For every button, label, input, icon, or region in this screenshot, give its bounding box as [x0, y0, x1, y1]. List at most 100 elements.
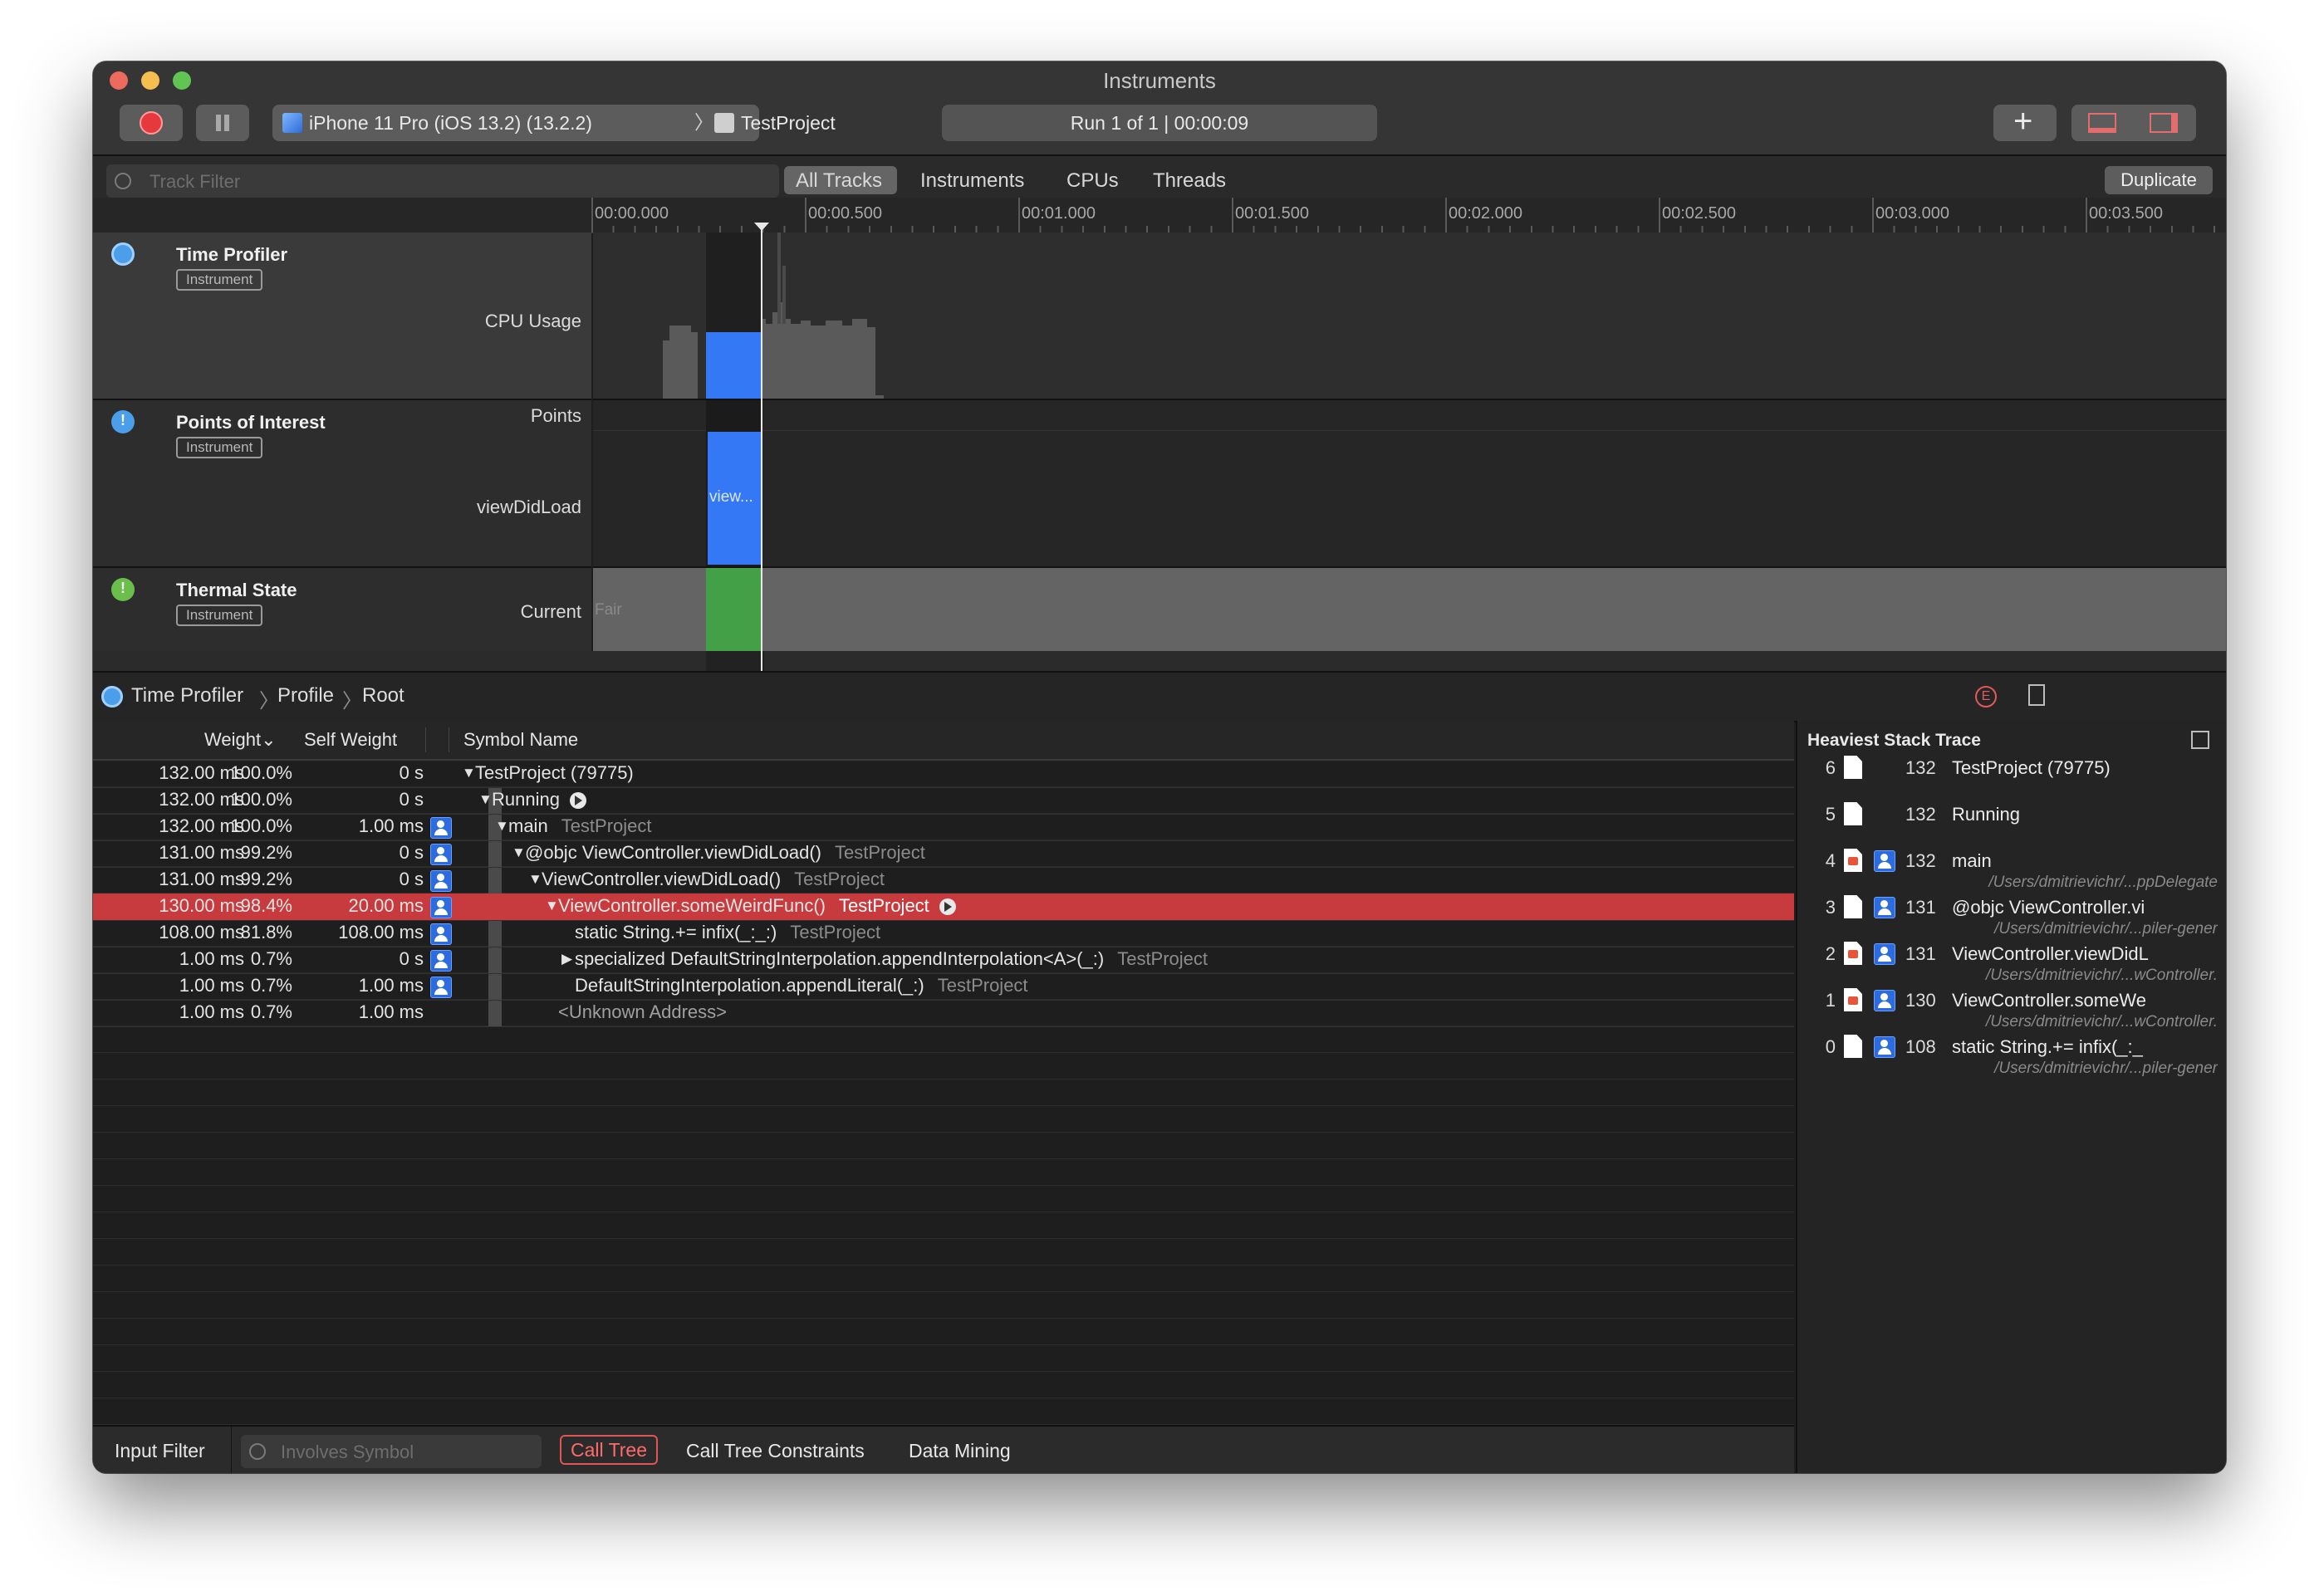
tab-threads[interactable]: Threads — [1153, 169, 1226, 193]
user-code-icon — [1874, 850, 1895, 872]
file-icon — [1844, 895, 1862, 918]
track-subtitle-points: Points — [530, 405, 581, 426]
frame-symbol: main — [1952, 850, 1992, 871]
stack-frame[interactable]: 2 131 ViewController.viewDidL/Users/dmitri… — [1797, 940, 2226, 986]
go-arrow-icon[interactable] — [569, 792, 586, 810]
viewdidload-interval[interactable]: view... — [708, 432, 761, 565]
disclosure-expanded-icon[interactable]: ▼ — [495, 818, 509, 835]
table-row[interactable]: 1.00 ms 0.7% 1.00 ms <Unknown Address> — [93, 1000, 1794, 1027]
weight-ms-cell: 1.00 ms — [179, 948, 244, 969]
table-row[interactable]: 1.00 ms 0.7% 0 s ▶ specialized DefaultString… — [93, 947, 1794, 974]
track-header-points-of-interest[interactable]: ! Points of Interest Instrument Points v… — [93, 400, 591, 568]
call-tree-button[interactable]: Call Tree — [560, 1435, 658, 1465]
stack-frame[interactable]: 6 132 TestProject (79775) — [1797, 754, 2226, 800]
symbol-name: ViewController.viewDidLoad() — [542, 869, 782, 889]
file-icon — [1844, 802, 1862, 825]
frame-index: 1 — [1825, 990, 1836, 1011]
breadcrumb: Time Profiler 〉 Profile 〉 Root E — [93, 671, 2226, 722]
toggle-inspector-icon[interactable] — [2150, 113, 2178, 133]
disclosure-expanded-icon[interactable]: ▼ — [545, 898, 559, 914]
self-weight-cell: 0 s — [399, 842, 424, 863]
stack-frame[interactable]: 3 131 @objc ViewController.vi/Users/dmitri… — [1797, 893, 2226, 940]
tab-all-tracks[interactable]: All Tracks — [796, 169, 882, 193]
table-row[interactable]: 1.00 ms 0.7% 1.00 ms DefaultStringInterpola… — [93, 973, 1794, 1001]
disclosure-collapsed-icon[interactable]: ▶ — [561, 951, 572, 967]
table-row[interactable]: 132.00 ms 100.0% 0 s ▼ TestProject (79775) — [93, 761, 1794, 788]
stack-frame[interactable]: 5 132 Running — [1797, 800, 2226, 847]
frame-weight: 132 — [1905, 804, 1936, 825]
weight-ms-cell: 108.00 ms — [159, 922, 244, 942]
weight-percent-cell: 0.7% — [250, 975, 292, 996]
stack-frame[interactable]: 4 132 main/Users/dmitrievichr/...ppDelegat… — [1797, 847, 2226, 893]
weight-percent-cell: 99.2% — [240, 842, 292, 863]
detail-filter-bar: Input Filter Involves Symbol Call Tree C… — [93, 1425, 1794, 1473]
self-weight-cell: 1.00 ms — [358, 1001, 424, 1022]
frame-path: /Users/dmitrievichr/...ppDelegate — [1988, 874, 2218, 891]
self-weight-column-header[interactable]: Self Weight — [304, 729, 397, 751]
add-instrument-button[interactable]: + — [1993, 103, 2057, 141]
stack-trace-title: Heaviest Stack Trace — [1807, 731, 1981, 750]
library-name: TestProject — [834, 842, 925, 863]
call-tree-constraints-button[interactable]: Call Tree Constraints — [686, 1440, 865, 1462]
input-filter-label[interactable]: Input Filter — [115, 1440, 205, 1462]
track-filter-field[interactable]: Track Filter — [106, 164, 779, 198]
record-button[interactable] — [120, 105, 183, 141]
library-name: TestProject — [790, 922, 881, 942]
document-icon[interactable] — [2028, 684, 2045, 706]
user-code-icon — [1874, 943, 1895, 965]
library-name: TestProject — [937, 975, 1028, 996]
go-arrow-icon[interactable] — [939, 898, 956, 916]
tick-label: 00:03.500 — [2089, 204, 2163, 223]
disclosure-expanded-icon[interactable]: ▼ — [462, 765, 476, 781]
weight-percent-cell: 100.0% — [230, 789, 292, 810]
table-row-selected[interactable]: 130.00 ms 98.4% 20.00 ms ▼ ViewController.so… — [93, 893, 1794, 921]
involves-symbol-field[interactable]: Involves Symbol — [241, 1435, 542, 1468]
pause-button[interactable] — [196, 105, 249, 141]
playhead[interactable] — [761, 224, 762, 671]
extended-detail-icon[interactable]: E — [1975, 686, 1997, 707]
table-row[interactable]: 131.00 ms 99.2% 0 s ▼ @objc ViewController.v… — [93, 840, 1794, 868]
table-row[interactable]: 108.00 ms 81.8% 108.00 ms static String.+= … — [93, 920, 1794, 947]
disclosure-expanded-icon[interactable]: ▼ — [512, 845, 526, 861]
breadcrumb-root[interactable]: Root — [362, 684, 404, 707]
frame-path: /Users/dmitrievichr/...piler-gener — [1994, 1060, 2218, 1077]
table-row[interactable]: 132.00 ms 100.0% 0 s ▼ Running — [93, 787, 1794, 815]
symbol-name-cell: ViewController.someWeirdFunc() TestProjec… — [558, 895, 956, 917]
thermal-state-lane[interactable]: Fair — [593, 568, 2226, 653]
tab-cpus[interactable]: CPUs — [1066, 169, 1119, 193]
table-row[interactable]: 132.00 ms 100.0% 1.00 ms ▼ main TestProject — [93, 814, 1794, 841]
cpu-usage-area — [663, 302, 875, 399]
tab-instruments[interactable]: Instruments — [920, 169, 1024, 193]
weight-percent-cell: 100.0% — [230, 815, 292, 836]
stack-frame[interactable]: 0 108 static String.+= infix(_:_ /Users/dmi… — [1797, 1033, 2226, 1080]
timeline-ruler[interactable]: 00:00.000 00:00.500 00:01.000 00:01.500 … — [591, 198, 2226, 233]
symbol-name: DefaultStringInterpolation.appendLiteral… — [575, 975, 924, 996]
symbol-name: Running — [492, 789, 560, 810]
track-header-thermal-state[interactable]: ! Thermal State Instrument Current — [93, 568, 591, 653]
instrument-badge: Instrument — [176, 605, 263, 626]
toggle-detail-area-icon[interactable] — [2088, 113, 2116, 133]
weight-ms-cell: 1.00 ms — [179, 975, 244, 996]
symbol-name-column-header[interactable]: Symbol Name — [463, 729, 578, 751]
cpu-usage-graph[interactable] — [593, 233, 2226, 400]
breadcrumb-profile[interactable]: Profile — [277, 684, 334, 707]
frame-symbol: ViewController.someWe — [1952, 990, 2146, 1011]
involves-symbol-placeholder: Involves Symbol — [281, 1442, 414, 1462]
breadcrumb-time-profiler[interactable]: Time Profiler — [131, 684, 243, 707]
frame-index: 2 — [1825, 943, 1836, 964]
file-icon — [1844, 1035, 1862, 1058]
target-selector[interactable]: iPhone 11 Pro (iOS 13.2) (13.2.2) 〉 Test… — [272, 105, 836, 141]
table-row[interactable]: 131.00 ms 99.2% 0 s ▼ ViewController.viewDid… — [93, 867, 1794, 894]
disclosure-expanded-icon[interactable]: ▼ — [478, 791, 493, 808]
disclosure-expanded-icon[interactable]: ▼ — [528, 871, 542, 888]
data-mining-button[interactable]: Data Mining — [909, 1440, 1011, 1462]
stack-frame[interactable]: 1 130 ViewController.someWe/Users/dmitriev… — [1797, 986, 2226, 1033]
track-header-time-profiler[interactable]: Time Profiler Instrument CPU Usage — [93, 233, 591, 400]
instrument-badge: Instrument — [176, 269, 263, 291]
weight-column-header[interactable]: Weight⌄ — [204, 729, 277, 751]
stack-options-icon[interactable] — [2191, 731, 2209, 749]
device-icon — [282, 113, 302, 133]
duplicate-button[interactable]: Duplicate — [2105, 166, 2213, 194]
points-of-interest-lane[interactable]: view... — [593, 400, 2226, 568]
frame-symbol: TestProject (79775) — [1952, 757, 2111, 778]
